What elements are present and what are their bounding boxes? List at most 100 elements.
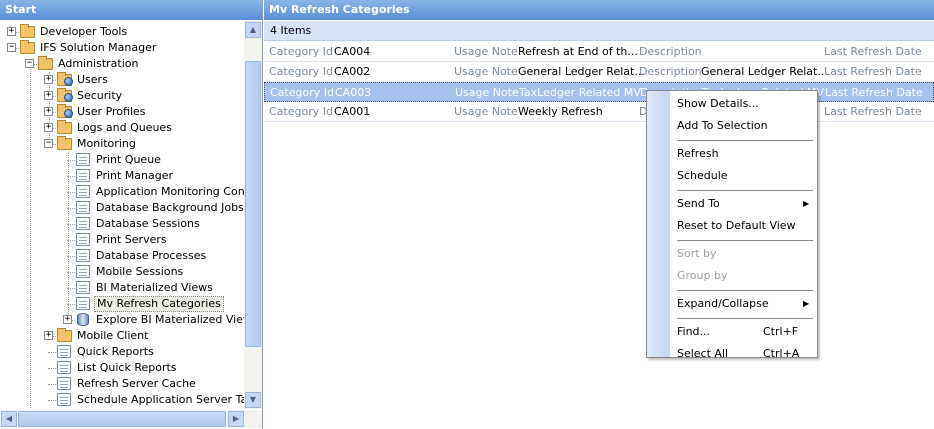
tree-item-label: Schedule Application Server Tasks [77, 393, 244, 406]
table-row[interactable]: Category Id CA001 Usage Note Weekly Refresh… [264, 102, 934, 122]
tree-item-administration[interactable]: − Administration [0, 56, 244, 72]
category-id-value: CA001 [334, 105, 371, 118]
menu-item-add-to-selection[interactable]: Add To Selection [677, 116, 813, 136]
category-id-value: CA004 [334, 45, 371, 58]
tree-horizontal-scrollbar[interactable]: ◀ ▶ [0, 410, 262, 428]
scroll-thumb-horizontal[interactable] [18, 411, 226, 427]
tree-item-print-servers[interactable]: Print Servers [0, 232, 244, 248]
scroll-right-icon[interactable]: ▶ [228, 411, 244, 427]
tree-item-label: Monitoring [77, 137, 136, 150]
page-icon [57, 392, 73, 408]
menu-item-show-details[interactable]: Show Details... [677, 94, 813, 114]
expand-icon[interactable]: + [44, 123, 53, 132]
tree-item-schedule-application-server-tasks[interactable]: Schedule Application Server Tasks [0, 392, 244, 408]
tree-item-label: Users [77, 73, 108, 86]
collapse-icon[interactable]: − [25, 59, 34, 68]
expand-icon[interactable]: + [63, 315, 72, 324]
last-refresh-label: Last Refresh Date [824, 45, 922, 58]
page-icon [76, 280, 92, 296]
tree-item-label: User Profiles [77, 105, 146, 118]
item-count: 4 Items [264, 21, 934, 41]
menu-item-expand-collapse[interactable]: Expand/Collapse ▶ [677, 294, 813, 314]
description-value: General Ledger Relat... [701, 65, 828, 78]
tree-item-print-queue[interactable]: Print Queue [0, 152, 244, 168]
last-refresh-label: Last Refresh Date [824, 65, 922, 78]
tree-item-quick-reports[interactable]: Quick Reports [0, 344, 244, 360]
content-pane: Mv Refresh Categories 4 Items Category I… [264, 0, 934, 429]
collapse-icon[interactable]: − [44, 139, 53, 148]
tree-item-mobile-client[interactable]: + Mobile Client [0, 328, 244, 344]
expand-icon[interactable]: + [44, 107, 53, 116]
tree-item-logs-and-queues[interactable]: + Logs and Queues [0, 120, 244, 136]
menu-shortcut: Ctrl+A [763, 347, 800, 360]
page-icon [57, 376, 73, 392]
folder-icon [57, 120, 73, 136]
tree-item-label: Refresh Server Cache [77, 377, 196, 390]
expand-icon[interactable]: + [44, 331, 53, 340]
tree-item-label: Administration [58, 57, 139, 70]
tree-connector-line [67, 288, 75, 289]
expand-icon[interactable]: + [44, 75, 53, 84]
tree-item-monitoring[interactable]: − Monitoring [0, 136, 244, 152]
usage-note-value: Weekly Refresh [518, 105, 603, 118]
tree-item-label: Mv Refresh Categories [94, 296, 224, 312]
tree-connector-line [67, 208, 75, 209]
folder-icon [38, 56, 54, 72]
tree-item-label: BI Materialized Views [96, 281, 213, 294]
tree-item-user-profiles[interactable]: + User Profiles [0, 104, 244, 120]
description-label: Description [639, 45, 702, 58]
page-icon [76, 216, 92, 232]
scroll-left-icon[interactable]: ◀ [1, 411, 17, 427]
expand-icon[interactable]: + [44, 91, 53, 100]
tree-connector-line [48, 368, 56, 369]
tree-item-explore-bi-materialized-views[interactable]: + Explore BI Materialized Views [0, 312, 244, 328]
tree-item-broadcast-messages[interactable]: Broadcast Messages [0, 408, 244, 409]
tree-item-ifs-solution-manager[interactable]: − IFS Solution Manager [0, 40, 244, 56]
page-icon [76, 152, 92, 168]
page-icon [57, 360, 73, 376]
menu-item-reset-to-default-view[interactable]: Reset to Default View [677, 216, 813, 236]
category-id-label: Category Id [269, 45, 333, 58]
tree-item-bi-materialized-views[interactable]: BI Materialized Views [0, 280, 244, 296]
page-icon [57, 344, 73, 360]
tree-item-mv-refresh-categories[interactable]: Mv Refresh Categories [0, 296, 244, 312]
table-row[interactable]: Category Id CA004 Usage Note Refresh at End… [264, 42, 934, 62]
scroll-thumb[interactable] [245, 61, 261, 347]
expand-icon[interactable]: + [7, 27, 16, 36]
tree-item-developer-tools[interactable]: + Developer Tools [0, 24, 244, 40]
tree-connector-line [67, 272, 75, 273]
tree-item-refresh-server-cache[interactable]: Refresh Server Cache [0, 376, 244, 392]
tree-item-database-sessions[interactable]: Database Sessions [0, 216, 244, 232]
tree-item-database-processes[interactable]: Database Processes [0, 248, 244, 264]
tree-item-users[interactable]: + Users [0, 72, 244, 88]
tree-item-database-background-jobs[interactable]: Database Background Jobs [0, 200, 244, 216]
tree-item-label: Logs and Queues [77, 121, 172, 134]
scroll-down-icon[interactable]: ▼ [245, 392, 261, 408]
menu-icon-strip [647, 91, 670, 357]
menu-item-select-all[interactable]: Select All Ctrl+A [677, 344, 813, 364]
menu-item-label: Group by [677, 269, 728, 282]
menu-item-schedule[interactable]: Schedule [677, 166, 813, 186]
tree-connector-line [48, 352, 56, 353]
usage-note-label: Usage Note [454, 65, 518, 78]
tree-item-print-manager[interactable]: Print Manager [0, 168, 244, 184]
table-row[interactable]: Category Id CA003 Usage Note TaxLedger Rela… [264, 82, 934, 102]
collapse-icon[interactable]: − [7, 43, 16, 52]
category-id-label: Category Id [269, 65, 333, 78]
scroll-up-icon[interactable]: ▲ [245, 22, 261, 38]
menu-item-refresh[interactable]: Refresh [677, 144, 813, 164]
tree-connector-line [67, 304, 75, 305]
tree-vertical-scrollbar[interactable]: ▲ ▼ [244, 21, 262, 409]
tree-item-mobile-sessions[interactable]: Mobile Sessions [0, 264, 244, 280]
menu-item-send-to[interactable]: Send To ▶ [677, 194, 813, 214]
tree-item-security[interactable]: + Security [0, 88, 244, 104]
tree-item-label: Database Processes [96, 249, 207, 262]
menu-item-find[interactable]: Find... Ctrl+F [677, 322, 813, 342]
table-row[interactable]: Category Id CA002 Usage Note General Ledger… [264, 62, 934, 82]
category-id-value: CA003 [335, 86, 372, 99]
tree-item-application-monitoring-console[interactable]: Application Monitoring Console [0, 184, 244, 200]
tree-item-list-quick-reports[interactable]: List Quick Reports [0, 360, 244, 376]
usage-note-value: TaxLedger Related MV [519, 86, 641, 99]
menu-separator [677, 190, 813, 191]
tree-item-label: Application Monitoring Console [96, 185, 244, 198]
